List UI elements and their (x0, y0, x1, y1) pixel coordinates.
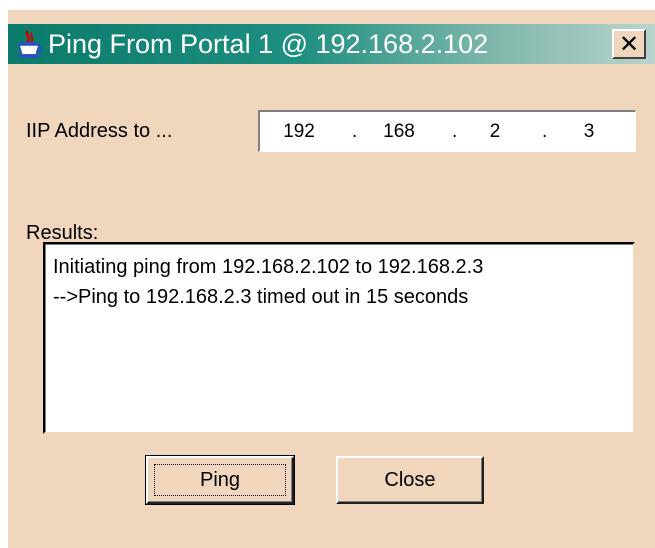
window-title: Ping From Portal 1 @ 192.168.2.102 (48, 29, 489, 59)
result-line: Initiating ping from 192.168.2.102 to 19… (53, 256, 484, 278)
close-icon: ✕ (618, 30, 640, 58)
ping-dialog: Ping From Portal 1 @ 192.168.2.102 ✕ IIP… (8, 10, 655, 548)
ip-octet-1[interactable]: 192 (274, 121, 324, 143)
ip-address-label: IIP Address to ... (26, 120, 173, 142)
close-window-button[interactable]: ✕ (612, 29, 646, 59)
title-bar[interactable]: Ping From Portal 1 @ 192.168.2.102 ✕ (8, 24, 655, 64)
java-cup-icon (17, 30, 43, 58)
ip-octet-3[interactable]: 2 (470, 121, 520, 143)
close-button[interactable]: Close (336, 456, 484, 504)
ip-separator-2: . (452, 121, 458, 142)
ping-button-label: Ping (154, 464, 286, 496)
ip-octet-2[interactable]: 168 (374, 121, 424, 143)
results-textarea[interactable]: Initiating ping from 192.168.2.102 to 19… (43, 242, 635, 434)
ip-octet-4[interactable]: 3 (564, 121, 614, 143)
ip-separator-3: . (542, 121, 548, 142)
ping-button[interactable]: Ping (145, 455, 295, 505)
ip-address-input[interactable]: 192 . 168 . 2 . 3 (258, 110, 636, 152)
result-line: -->Ping to 192.168.2.3 timed out in 15 s… (53, 286, 469, 308)
ip-separator-1: . (352, 121, 358, 142)
